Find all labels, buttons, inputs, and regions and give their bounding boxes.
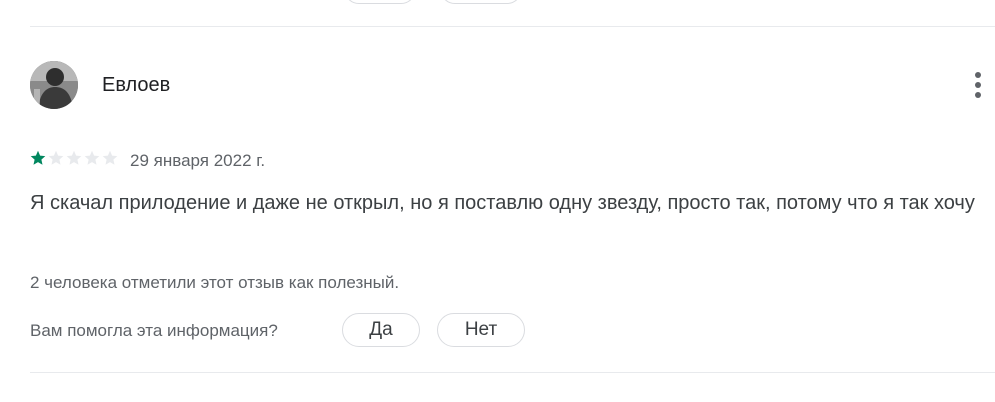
review-page: Евлоев 29 января 2022 г. Я скачал прилод…: [0, 0, 995, 402]
review-date: 29 января 2022 г.: [130, 151, 266, 170]
helpful-yes-button[interactable]: Да: [342, 313, 420, 347]
reviewer-name: Евлоев: [102, 74, 171, 96]
review-text: Я скачал прилодение и даже не открыл, но…: [30, 192, 975, 214]
divider: [30, 372, 995, 373]
divider: [30, 26, 995, 27]
avatar: [30, 61, 78, 109]
star-empty-icon: [66, 150, 82, 165]
star-empty-icon: [102, 150, 118, 165]
menu-dot: [975, 72, 981, 78]
menu-dot: [975, 82, 981, 88]
star-rating: [30, 150, 118, 166]
avatar-image: [30, 61, 78, 109]
previous-review-yes-button[interactable]: [344, 0, 416, 4]
menu-dot: [975, 92, 981, 98]
helpful-no-button[interactable]: Нет: [437, 313, 525, 347]
star-filled-icon: [30, 150, 46, 165]
helpful-question: Вам помогла эта информация?: [30, 321, 278, 340]
more-vert-icon[interactable]: [964, 70, 992, 100]
previous-review-no-button[interactable]: [440, 0, 522, 4]
star-empty-icon: [48, 150, 64, 165]
helpful-count: 2 человека отметили этот отзыв как полез…: [30, 273, 400, 292]
star-empty-icon: [84, 150, 100, 165]
